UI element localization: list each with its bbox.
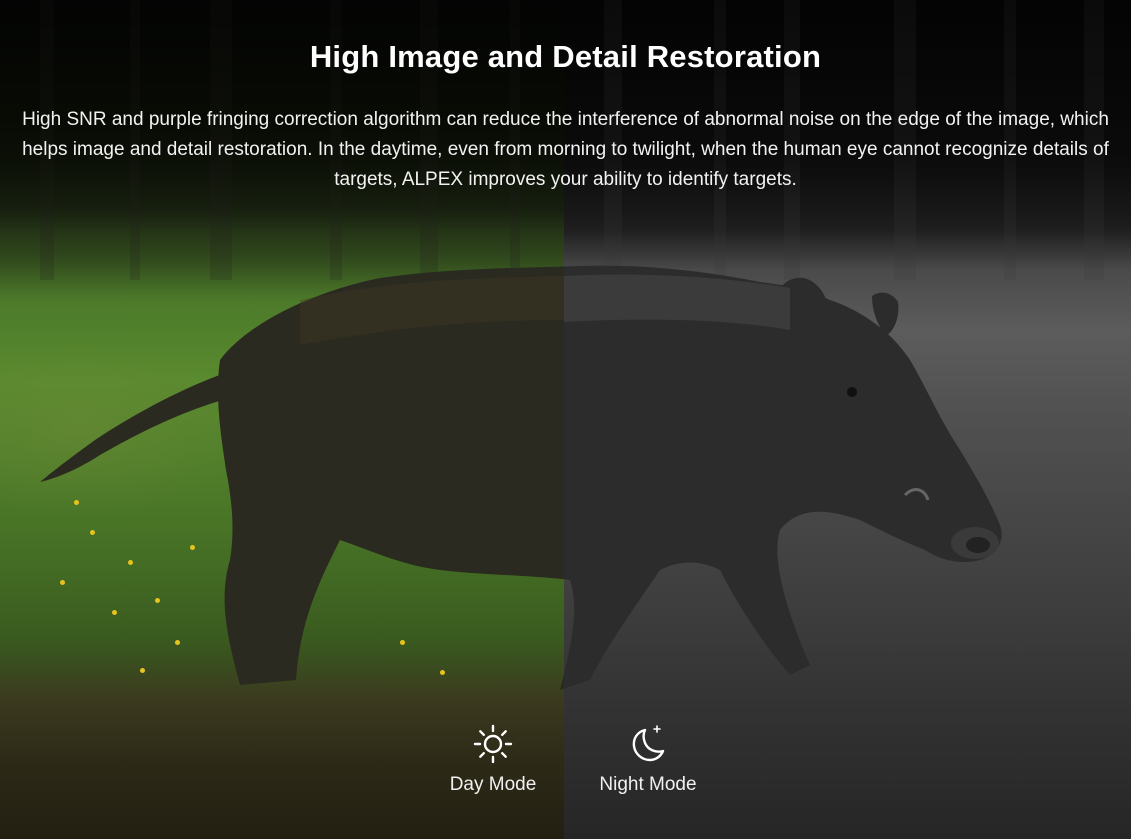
sun-icon — [473, 724, 513, 764]
moon-icon — [632, 725, 665, 762]
description-text: High SNR and purple fringing correction … — [22, 109, 1109, 190]
day-mode-label-group: Day Mode — [413, 722, 573, 796]
night-mode-label: Night Mode — [599, 774, 697, 795]
restoration-banner: High Image and Detail Restoration High S… — [0, 0, 1131, 839]
page-title: High Image and Detail Restoration — [309, 38, 822, 74]
night-mode-label-group: Night Mode — [568, 722, 728, 796]
day-mode-label: Day Mode — [449, 774, 537, 795]
